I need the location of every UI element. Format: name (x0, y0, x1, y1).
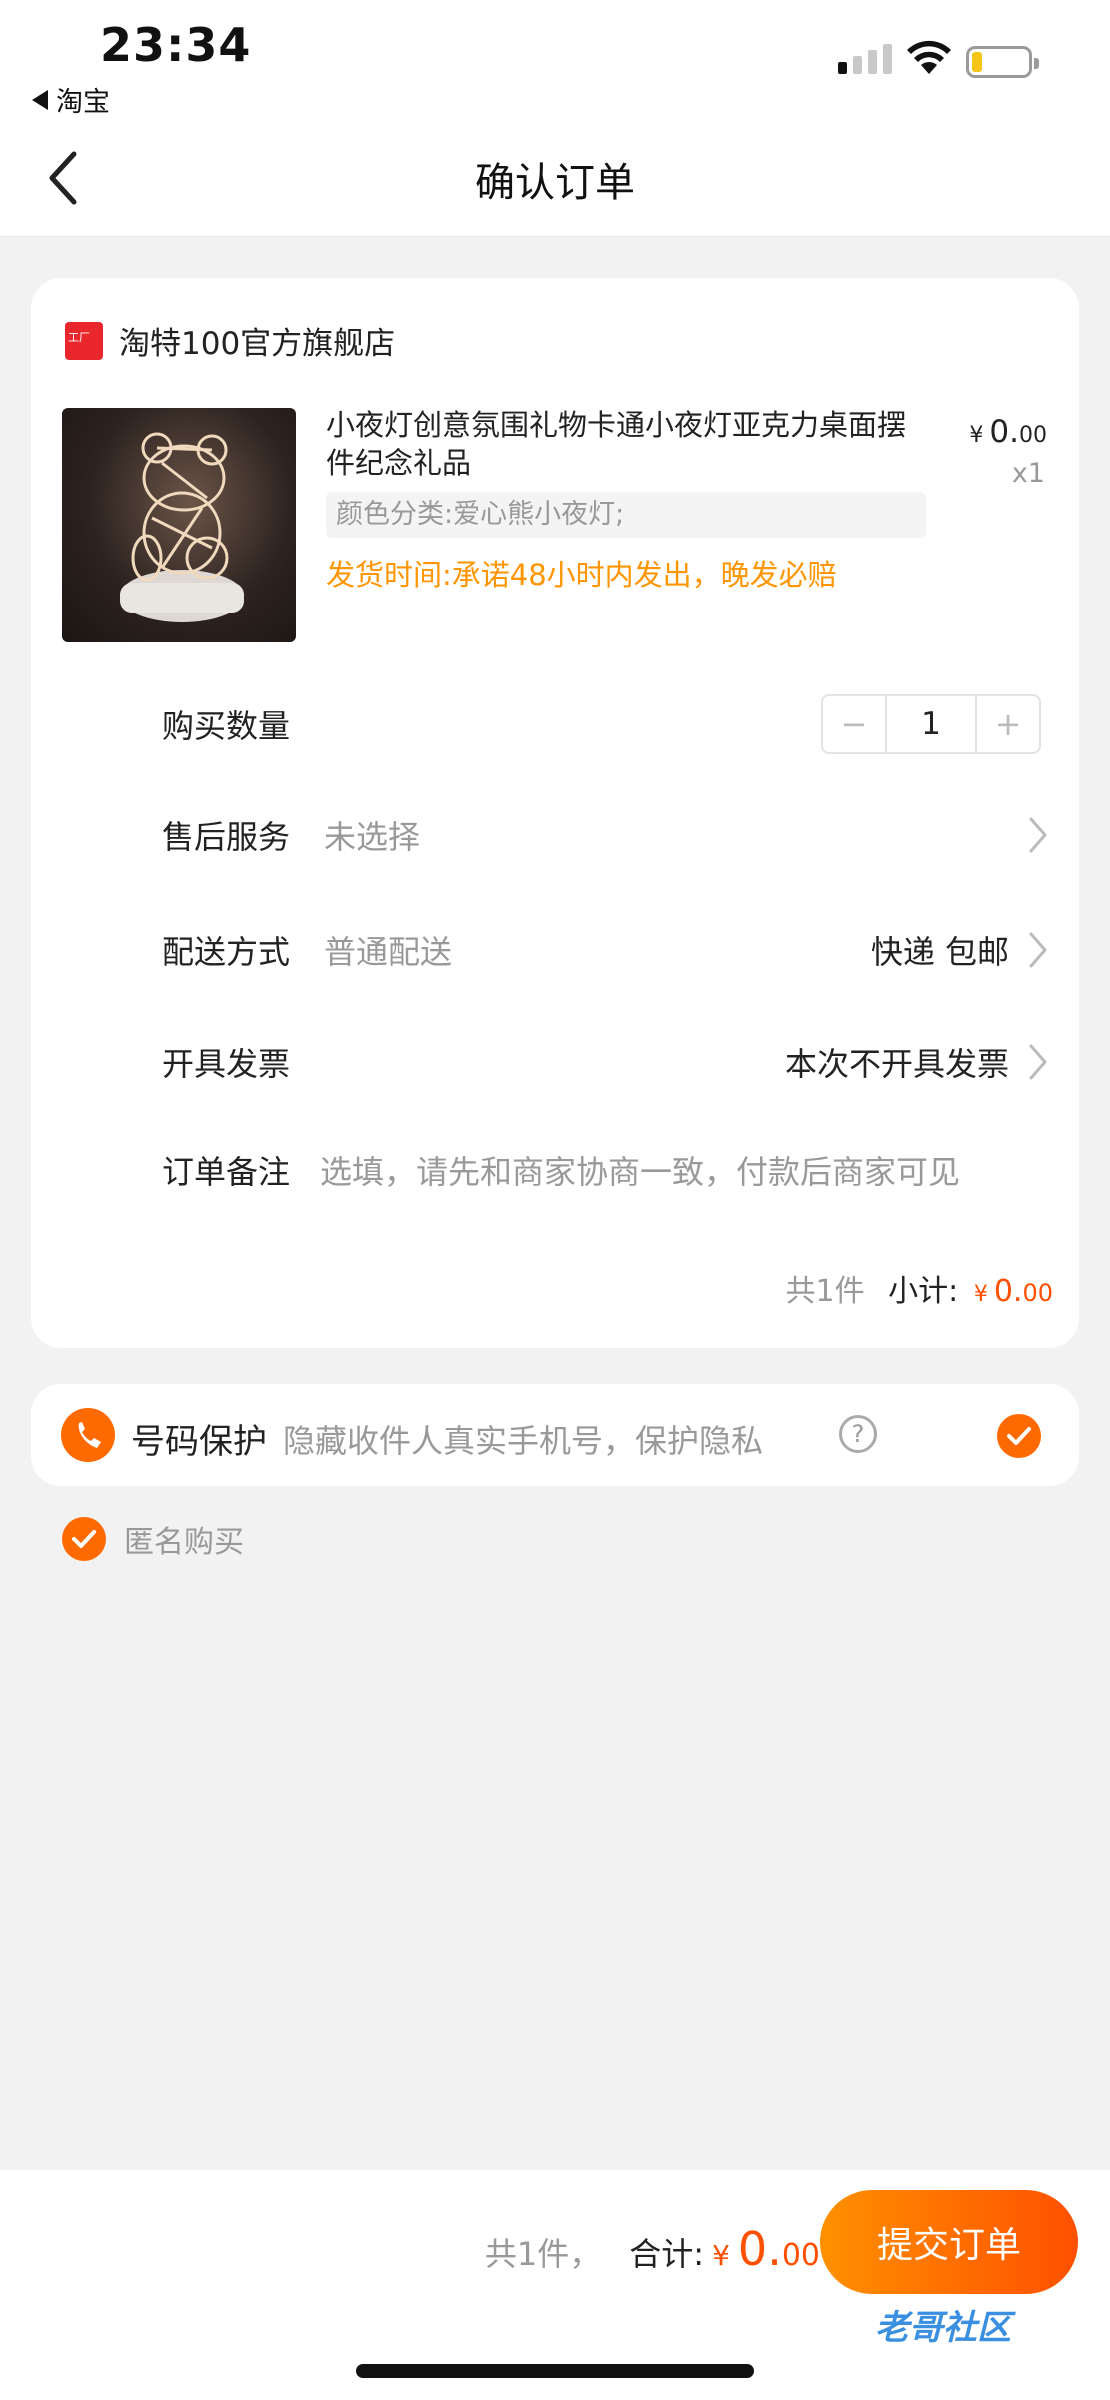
quantity-stepper: − 1 + (821, 694, 1041, 754)
number-protection-label: 号码保护 (131, 1422, 267, 1462)
after-sales-label: 售后服务 (162, 818, 291, 856)
back-triangle-icon (32, 89, 48, 110)
order-note-row: 订单备注 选填，请先和商家协商一致，付款后商家可见 (162, 1140, 1049, 1200)
ship-promise-note: 发货时间:承诺48小时内发出，晚发必赔 (326, 558, 837, 592)
number-protection-checkbox[interactable] (997, 1414, 1041, 1458)
total-count: 共1件， (484, 2235, 602, 2273)
watermark-logo: 老哥社区 (875, 2308, 1011, 2348)
help-icon[interactable]: ? (839, 1415, 877, 1453)
order-total: 共1件， 合计: ¥0.00 (485, 2222, 820, 2276)
increase-button[interactable]: + (977, 696, 1039, 752)
home-indicator[interactable] (356, 2364, 754, 2378)
store-factory-icon (65, 321, 103, 360)
delivery-shipping: 快递 包邮 (870, 933, 1009, 971)
product-spec: 颜色分类:爱心熊小夜灯; (326, 492, 926, 538)
chevron-right-icon (1029, 932, 1047, 968)
delivery-value: 普通配送 (324, 933, 453, 971)
quantity-value[interactable]: 1 (885, 696, 977, 752)
delivery-row[interactable]: 配送方式 普通配送 快递 包邮 (162, 920, 1049, 980)
store-name: 淘特100官方旗舰店 (119, 326, 396, 362)
after-sales-value: 未选择 (324, 818, 421, 856)
order-card: 淘特100官方旗舰店 小夜灯创意氛围礼物卡通小夜灯亚克力桌面摆件纪念礼品 ¥0.… (31, 278, 1079, 1348)
subtotal-label: 小计: (888, 1274, 959, 1309)
back-app-label: 淘宝 (56, 87, 110, 118)
back-to-app-link[interactable]: 淘宝 (32, 80, 110, 119)
number-protection-card: 号码保护 隐藏收件人真实手机号，保护隐私 ? (31, 1384, 1079, 1486)
bear-lamp-image (120, 432, 244, 622)
number-protection-desc: 隐藏收件人真实手机号，保护隐私 (283, 1422, 764, 1460)
order-note-label: 订单备注 (162, 1153, 291, 1191)
product-quantity: x1 (1011, 458, 1045, 489)
status-time: 23:34 (100, 18, 252, 72)
subtotal: 共1件 小计: ¥0.00 (786, 1266, 1053, 1310)
battery-icon (966, 46, 1039, 78)
invoice-label: 开具发票 (162, 1045, 291, 1083)
anonymous-purchase-option[interactable]: 匿名购买 (62, 1517, 244, 1561)
product-price: ¥0.00 (969, 414, 1047, 450)
total-label: 合计: (629, 2235, 705, 2273)
wifi-icon (907, 40, 951, 74)
product-thumbnail[interactable] (62, 408, 296, 642)
top-header: 23:34 淘宝 确认订单 (0, 0, 1110, 237)
phone-shield-icon (61, 1408, 115, 1462)
after-sales-row[interactable]: 售后服务 未选择 (162, 805, 1049, 865)
invoice-value: 本次不开具发票 (784, 1045, 1009, 1083)
order-note-input[interactable]: 选填，请先和商家协商一致，付款后商家可见 (320, 1147, 1049, 1193)
cellular-signal-icon (838, 44, 892, 74)
page-title: 确认订单 (475, 160, 635, 206)
chevron-right-icon (1029, 1044, 1047, 1080)
decrease-button[interactable]: − (823, 696, 885, 752)
quantity-label: 购买数量 (162, 707, 291, 745)
subtotal-amount: ¥0.00 (973, 1274, 1053, 1309)
store-header[interactable]: 淘特100官方旗舰店 (65, 318, 395, 363)
anonymous-label: 匿名购买 (124, 1525, 244, 1560)
delivery-label: 配送方式 (162, 933, 291, 971)
submit-order-button[interactable]: 提交订单 (820, 2190, 1078, 2294)
chevron-right-icon (1029, 817, 1047, 853)
anonymous-checkbox[interactable] (62, 1517, 106, 1561)
invoice-row[interactable]: 开具发票 本次不开具发票 (162, 1032, 1049, 1092)
total-amount: ¥0.00 (712, 2222, 820, 2276)
product-title[interactable]: 小夜灯创意氛围礼物卡通小夜灯亚克力桌面摆件纪念礼品 (326, 406, 926, 482)
subtotal-count: 共1件 (785, 1274, 865, 1309)
